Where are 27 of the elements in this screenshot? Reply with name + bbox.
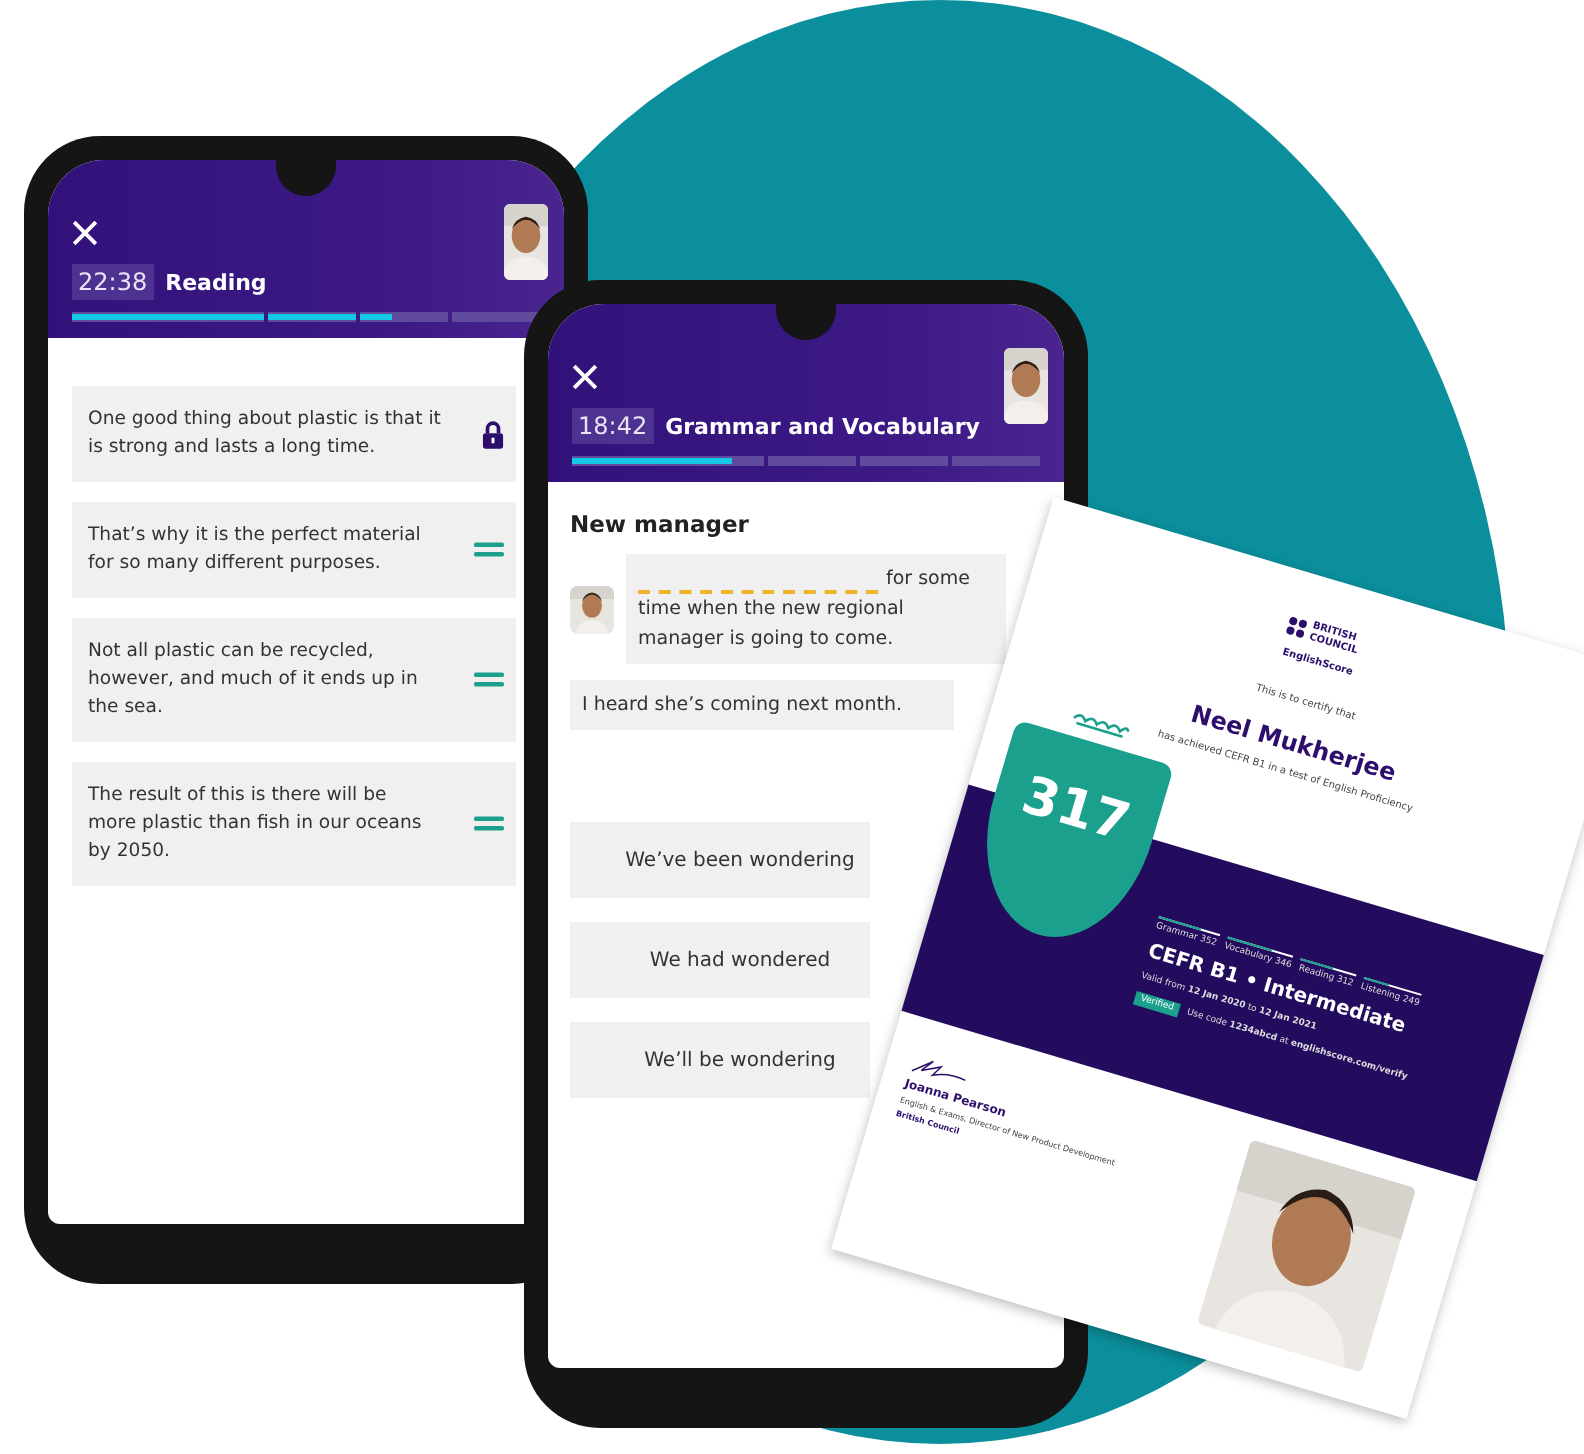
answer-option[interactable]: We had wondered (570, 922, 870, 998)
sentence-text: The result of this is there will be more plastic than fish in our oceans by 2050. (88, 782, 424, 866)
score-value: 317 (1015, 765, 1137, 855)
timer: 22:38 (72, 264, 154, 300)
section-title: Reading (165, 269, 267, 295)
message-text: time when the new regional manager is going to come. (638, 596, 906, 654)
sentence-card[interactable]: Not all plastic can be recycled, however, and much of it ends up in the sea. (72, 618, 516, 742)
timer: 18:42 (572, 408, 654, 444)
sentence-card[interactable]: The result of this is there will be more plastic than fish in our oceans by 2050. (72, 762, 516, 886)
close-icon[interactable] (72, 220, 98, 246)
section-title: Grammar and Vocabulary (665, 413, 980, 439)
drag-handle-icon[interactable] (474, 672, 504, 688)
answer-option[interactable]: We’ve been wondering (570, 822, 870, 898)
drag-handle-icon[interactable] (474, 542, 504, 558)
message-text: for some (886, 566, 970, 594)
dots-logo-icon (1283, 614, 1309, 640)
sentence-text: One good thing about plastic is that it is strong and lasts a long time. (88, 406, 443, 462)
sentence-card[interactable]: One good thing about plastic is that it is strong and lasts a long time. (72, 386, 516, 482)
sentence-card[interactable]: That’s why it is the perfect material for so many different purposes. (72, 502, 516, 598)
sentence-text: Not all plastic can be recycled, however, and much of it ends up in the sea. (88, 638, 420, 722)
answer-option[interactable]: We’ll be wondering (570, 1022, 870, 1098)
drag-handle-icon[interactable] (474, 816, 504, 832)
question-heading: New manager (570, 510, 751, 538)
close-icon[interactable] (572, 364, 598, 390)
lock-icon (482, 419, 504, 449)
sentence-text: That’s why it is the perfect material for so many different purposes. (88, 522, 423, 578)
chat-bubble: I heard she’s coming next month. (570, 680, 954, 730)
